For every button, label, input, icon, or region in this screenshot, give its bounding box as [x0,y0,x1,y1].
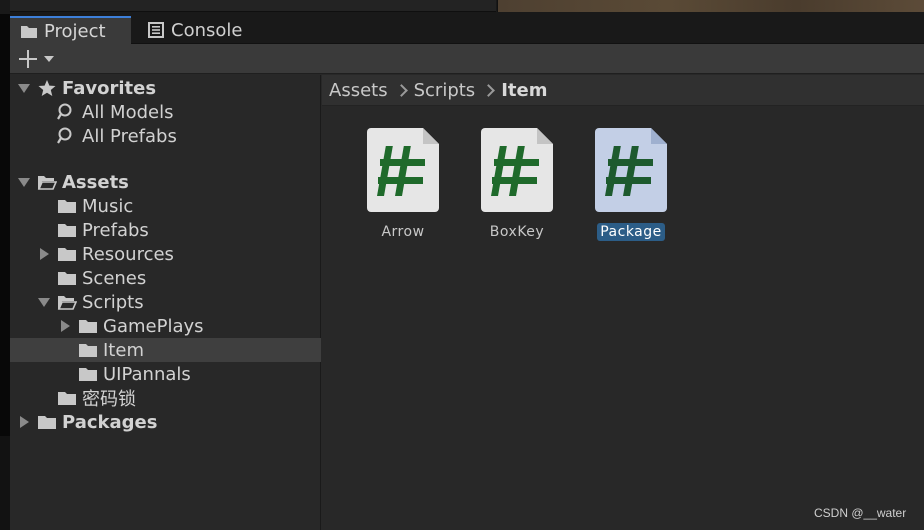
breadcrumb: Assets Scripts Item [322,75,924,106]
folder-open-icon [57,296,77,310]
tab-project-label: Project [44,20,106,42]
project-toolbar [10,44,924,74]
tree-label: Scenes [82,267,147,289]
tree-label: Prefabs [82,219,149,241]
search-icon [57,127,72,144]
folder-open-icon [37,176,57,190]
tree-item-uipannals[interactable]: UIPannals [10,362,321,386]
csharp-script-icon[interactable] [481,128,553,212]
tree-item-gameplays[interactable]: GamePlays [10,314,321,338]
asset-arrow[interactable]: Arrow [358,128,448,241]
tree-item-resources[interactable]: Resources [10,242,321,266]
folder-icon [58,200,76,213]
asset-label: BoxKey [489,224,545,240]
tab-console[interactable]: Console [137,16,267,44]
folder-icon [79,344,97,357]
create-button[interactable] [18,47,60,71]
tab-console-label: Console [171,19,243,41]
tree-label: Resources [82,243,174,265]
scene-view-preview [497,0,924,12]
tree-label: All Prefabs [82,125,177,147]
tree-item-music[interactable]: Music [10,194,321,218]
collapse-arrow-icon[interactable] [17,175,31,189]
csharp-script-icon[interactable] [595,128,667,212]
collapse-arrow-icon[interactable] [17,81,31,95]
top-strip [0,0,924,14]
console-icon [148,22,164,38]
tree-item-all-prefabs[interactable]: All Prefabs [10,124,321,148]
expand-arrow-icon[interactable] [17,415,31,429]
plus-icon [18,49,38,69]
expand-arrow-icon[interactable] [37,247,51,261]
tree-item-prefabs[interactable]: Prefabs [10,218,321,242]
tree-item-favorites[interactable]: Favorites [10,76,321,100]
asset-boxkey[interactable]: BoxKey [472,128,562,241]
breadcrumb-item[interactable]: Item [501,80,547,101]
tree-item-all-models[interactable]: All Models [10,100,321,124]
star-icon [38,80,56,96]
tree-label: Assets [62,171,129,193]
left-edge [0,14,10,530]
chevron-right-icon [396,83,406,97]
asset-label: Package [597,223,665,241]
expand-arrow-icon[interactable] [58,319,72,333]
breadcrumb-assets[interactable]: Assets [329,80,388,101]
left-edge-bar [0,14,10,436]
tree-label: Item [103,339,144,361]
watermark: CSDN @__water [814,506,907,520]
caret-down-icon [44,56,54,62]
folder-icon [21,26,37,38]
tree-label: Scripts [82,291,144,313]
tree-item-assets[interactable]: Assets [10,170,321,194]
csharp-script-icon[interactable] [367,128,439,212]
folder-icon [58,224,76,237]
folder-icon [58,272,76,285]
tree-item-scripts[interactable]: Scripts [10,290,321,314]
search-icon [57,103,72,120]
asset-browser: Assets Scripts Item Arrow BoxKey Package [322,75,924,530]
tab-bar: Project Console [10,14,924,44]
tree-label: Music [82,195,134,217]
tree-label: 密码锁 [82,389,136,410]
collapse-arrow-icon[interactable] [37,295,51,309]
project-window: Project Console Favorites All Models All… [10,14,924,530]
folder-icon [38,416,56,429]
tree-label: UIPannals [103,363,191,385]
tree-label: Packages [62,411,158,433]
folder-icon [58,248,76,261]
tree-label: GamePlays [103,315,204,337]
tree-label: All Models [82,101,174,123]
chevron-right-icon [483,83,493,97]
tree-label: Favorites [62,77,157,99]
tree-item-scenes[interactable]: Scenes [10,266,321,290]
project-tree: Favorites All Models All Prefabs Assets [10,75,321,530]
tree-item-item[interactable]: Item [10,338,321,362]
upper-panel [10,0,496,12]
folder-icon [79,320,97,333]
tree-item-password-lock[interactable]: 密码锁 [10,386,321,410]
breadcrumb-scripts[interactable]: Scripts [414,80,476,101]
asset-label: Arrow [381,224,425,240]
folder-icon [58,392,76,405]
tab-project[interactable]: Project [10,16,131,44]
tree-item-packages[interactable]: Packages [10,410,321,434]
folder-icon [79,368,97,381]
asset-package[interactable]: Package [586,128,676,241]
